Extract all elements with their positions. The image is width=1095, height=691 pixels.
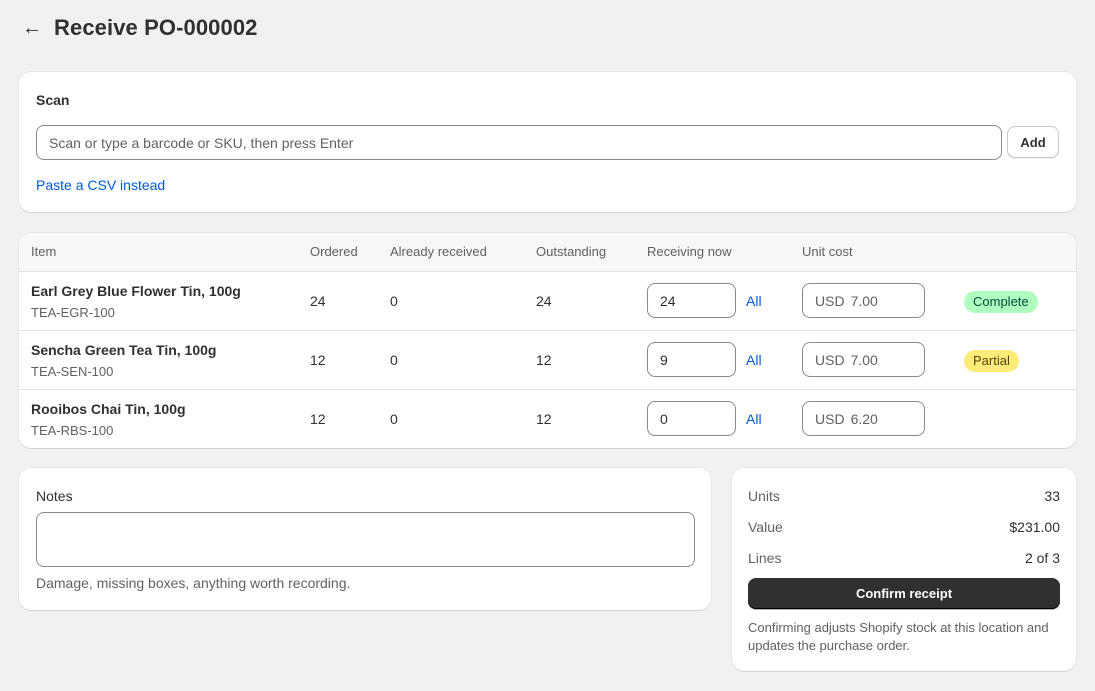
confirm-help-text: Confirming adjusts Shopify stock at this… — [748, 620, 1049, 653]
notes-help-text: Damage, missing boxes, anything worth re… — [36, 575, 351, 591]
table-header: Item Ordered Already received Outstandin… — [19, 233, 1076, 272]
unit-cost-field[interactable]: USD — [802, 283, 925, 318]
receiving-now-input[interactable] — [647, 342, 736, 377]
notes-card: Notes Damage, missing boxes, anything wo… — [19, 468, 711, 610]
item-sku: TEA-RBS-100 — [31, 423, 114, 438]
paste-csv-link[interactable]: Paste a CSV instead — [36, 177, 165, 193]
lines-label: Lines — [748, 550, 782, 566]
table-row: Earl Grey Blue Flower Tin, 100g TEA-EGR-… — [19, 272, 1076, 331]
already-received-qty: 0 — [390, 352, 398, 368]
receive-all-link[interactable]: All — [746, 352, 762, 368]
notes-label: Notes — [36, 488, 73, 504]
item-name: Earl Grey Blue Flower Tin, 100g — [31, 283, 241, 299]
summary-units: Units 33 — [748, 488, 1060, 504]
summary-value: Value $231.00 — [748, 519, 1060, 535]
table-row: Rooibos Chai Tin, 100g TEA-RBS-100 12 0 … — [19, 390, 1076, 448]
column-header-ordered: Ordered — [310, 244, 358, 259]
outstanding-qty: 12 — [536, 352, 552, 368]
column-header-unit-cost: Unit cost — [802, 244, 853, 259]
item-sku: TEA-EGR-100 — [31, 305, 115, 320]
column-header-already-received: Already received — [390, 244, 487, 259]
outstanding-qty: 24 — [536, 293, 552, 309]
currency-prefix: USD — [815, 410, 845, 427]
receiving-now-input[interactable] — [647, 283, 736, 318]
add-button[interactable]: Add — [1007, 126, 1059, 158]
value-label: Value — [748, 519, 783, 535]
unit-cost-input[interactable] — [850, 351, 879, 368]
outstanding-qty: 12 — [536, 411, 552, 427]
ordered-qty: 24 — [310, 293, 326, 309]
item-name: Sencha Green Tea Tin, 100g — [31, 342, 217, 358]
arrow-left-icon[interactable]: ← — [22, 14, 42, 42]
column-header-receiving-now: Receiving now — [647, 244, 732, 259]
table-row: Sencha Green Tea Tin, 100g TEA-SEN-100 1… — [19, 331, 1076, 390]
already-received-qty: 0 — [390, 293, 398, 309]
item-name: Rooibos Chai Tin, 100g — [31, 401, 186, 417]
already-received-qty: 0 — [390, 411, 398, 427]
confirm-receipt-button[interactable]: Confirm receipt — [748, 578, 1060, 609]
scan-title: Scan — [36, 92, 70, 108]
ordered-qty: 12 — [310, 411, 326, 427]
summary-card: Units 33 Value $231.00 Lines 2 of 3 Conf… — [732, 468, 1076, 671]
notes-textarea[interactable] — [36, 512, 695, 567]
column-header-outstanding: Outstanding — [536, 244, 607, 259]
page-header: ← Receive PO-000002 — [22, 14, 258, 42]
scan-input[interactable] — [36, 125, 1002, 160]
status-badge: Complete — [964, 291, 1038, 313]
summary-lines: Lines 2 of 3 — [748, 550, 1060, 566]
unit-cost-field[interactable]: USD — [802, 401, 925, 436]
unit-cost-input[interactable] — [850, 292, 879, 309]
receiving-table: Item Ordered Already received Outstandin… — [19, 233, 1076, 448]
status-badge: Partial — [964, 350, 1019, 372]
ordered-qty: 12 — [310, 352, 326, 368]
currency-prefix: USD — [815, 351, 845, 368]
lines-value: 2 of 3 — [1024, 550, 1060, 566]
value-amount: $231.00 — [1009, 519, 1060, 535]
currency-prefix: USD — [815, 292, 845, 309]
unit-cost-field[interactable]: USD — [802, 342, 925, 377]
units-value: 33 — [1044, 488, 1060, 504]
units-label: Units — [748, 488, 780, 504]
column-header-item: Item — [31, 244, 57, 259]
receive-all-link[interactable]: All — [746, 411, 762, 427]
receiving-now-input[interactable] — [647, 401, 736, 436]
unit-cost-input[interactable] — [850, 410, 879, 427]
scan-card: Scan Add Paste a CSV instead — [19, 72, 1076, 212]
receive-all-link[interactable]: All — [746, 293, 762, 309]
item-sku: TEA-SEN-100 — [31, 364, 114, 379]
page-title: Receive PO-000002 — [54, 15, 258, 40]
